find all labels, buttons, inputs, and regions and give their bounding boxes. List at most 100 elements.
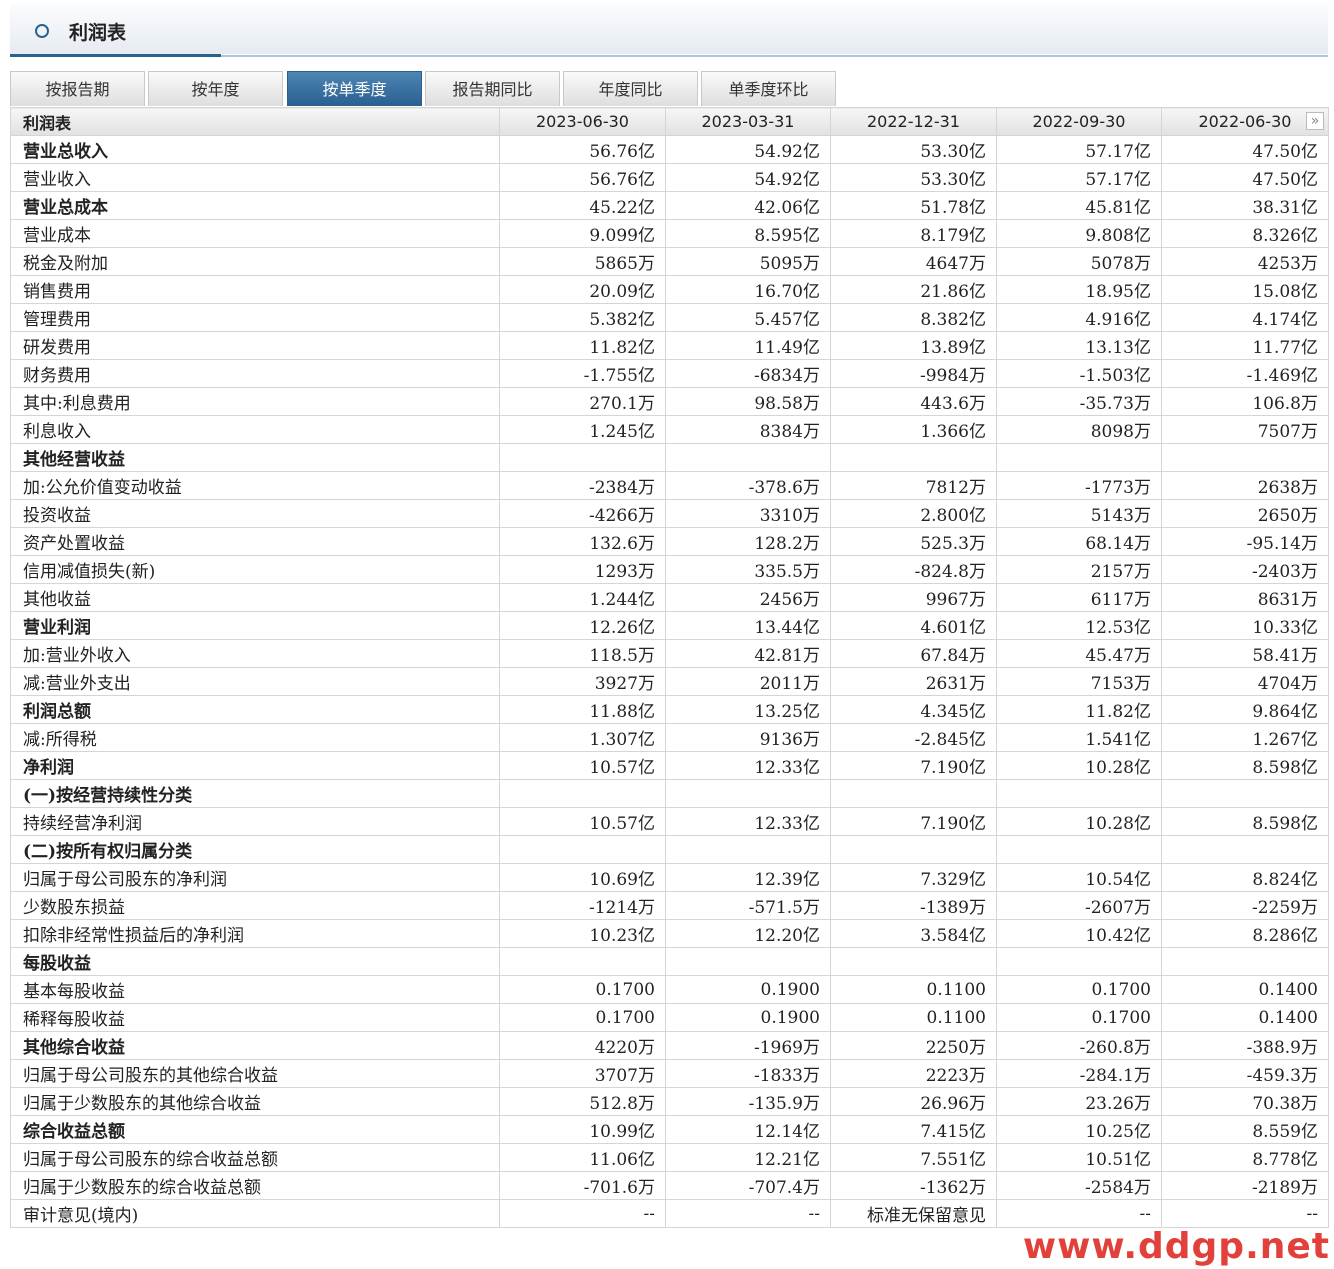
value-cell: 4253万 [1161,247,1329,276]
value-cell: 2456万 [665,583,831,612]
table-row: 营业收入 56.76亿 54.92亿 53.30亿 57.17亿 47.50亿 [10,163,1329,192]
value-cell: 2250万 [830,1031,997,1060]
value-cell [1161,835,1329,864]
watermark-text: www.ddgp.net [1022,1226,1330,1267]
value-cell: 53.30亿 [830,163,997,192]
value-cell: 12.39亿 [665,863,831,892]
value-cell [830,779,997,808]
value-cell: 12.33亿 [665,807,831,836]
value-cell [830,947,997,976]
row-label: 营业总收入 [10,135,500,164]
value-cell: 9967万 [830,583,997,612]
value-cell: 8.179亿 [830,219,997,248]
value-cell: 11.77亿 [1161,331,1329,360]
table-row: 其中:利息费用 270.1万 98.58万 443.6万 -35.73万 106.8万 [10,387,1329,416]
value-cell: 13.13亿 [996,331,1162,360]
row-label: 其他收益 [10,583,500,612]
value-cell: 8.598亿 [1161,807,1329,836]
value-cell: 51.78亿 [830,191,997,220]
value-cell: 8.778亿 [1161,1143,1329,1172]
row-label: 营业利润 [10,611,500,640]
row-label: 加:营业外收入 [10,639,500,668]
value-cell: 10.69亿 [499,863,666,892]
value-cell: 7.190亿 [830,807,997,836]
value-cell: -2259万 [1161,891,1329,920]
value-cell: 8.326亿 [1161,219,1329,248]
value-cell: 4.345亿 [830,695,997,724]
value-cell: 47.50亿 [1161,163,1329,192]
value-cell: -2607万 [996,891,1162,920]
value-cell: 2011万 [665,667,831,696]
table-row: 加:营业外收入 118.5万 42.81万 67.84万 45.47万 58.41万 [10,639,1329,668]
value-cell: 标准无保留意见 [830,1199,997,1228]
tab-4[interactable]: 年度同比 [563,71,698,106]
value-cell: 8.286亿 [1161,919,1329,948]
table-row: 加:公允价值变动收益 -2384万 -378.6万 7812万 -1773万 2638万 [10,471,1329,500]
value-cell: 1.267亿 [1161,723,1329,752]
tab-2[interactable]: 按单季度 [287,71,422,106]
table-row: 利息收入 1.245亿 8384万 1.366亿 8098万 7507万 [10,415,1329,444]
value-cell: 106.8万 [1161,387,1329,416]
value-cell: -459.3万 [1161,1059,1329,1088]
value-cell: 10.28亿 [996,751,1162,780]
tab-0[interactable]: 按报告期 [10,71,145,106]
value-cell: 12.26亿 [499,611,666,640]
value-cell: 9136万 [665,723,831,752]
value-cell: 11.88亿 [499,695,666,724]
header-divider [221,55,1328,57]
value-cell: 3.584亿 [830,919,997,948]
value-cell [996,779,1162,808]
row-label: 其他经营收益 [10,443,500,472]
table-row: 减:营业外支出 3927万 2011万 2631万 7153万 4704万 [10,667,1329,696]
table-corner-label: 利润表 [10,107,500,136]
value-cell: 0.1900 [665,975,831,1004]
table-row: 归属于少数股东的综合收益总额 -701.6万 -707.4万 -1362万 -2584万… [10,1171,1329,1200]
value-cell: 3927万 [499,667,666,696]
value-cell: 4.601亿 [830,611,997,640]
value-cell: 47.50亿 [1161,135,1329,164]
value-cell: 0.1100 [830,1003,997,1032]
value-cell: 13.89亿 [830,331,997,360]
tab-1[interactable]: 按年度 [148,71,283,106]
value-cell: 67.84万 [830,639,997,668]
table-row: 营业总成本 45.22亿 42.06亿 51.78亿 45.81亿 38.31亿 [10,191,1329,220]
value-cell: 8.598亿 [1161,751,1329,780]
value-cell [499,835,666,864]
value-cell: 6117万 [996,583,1162,612]
value-cell: 10.51亿 [996,1143,1162,1172]
period-header: 2023-03-31 [665,107,831,136]
value-cell: 0.1400 [1161,975,1329,1004]
row-label: 利息收入 [10,415,500,444]
value-cell: 10.99亿 [499,1115,666,1144]
value-cell: 54.92亿 [665,163,831,192]
value-cell: 26.96万 [830,1087,997,1116]
row-label: 营业总成本 [10,191,500,220]
value-cell: 8.382亿 [830,303,997,332]
value-cell [665,947,831,976]
next-periods-button[interactable]: » [1306,112,1324,130]
table-row: 投资收益 -4266万 3310万 2.800亿 5143万 2650万 [10,499,1329,528]
value-cell: -388.9万 [1161,1031,1329,1060]
value-cell [996,947,1162,976]
tab-5[interactable]: 单季度环比 [701,71,836,106]
period-header: 2022-12-31 [830,107,997,136]
table-row: 归属于少数股东的其他综合收益 512.8万 -135.9万 26.96万 23.26万 7… [10,1087,1329,1116]
tab-3[interactable]: 报告期同比 [425,71,560,106]
value-cell: 1.244亿 [499,583,666,612]
value-cell: -2.845亿 [830,723,997,752]
table-row: 扣除非经常性损益后的净利润 10.23亿 12.20亿 3.584亿 10.42亿 8.2… [10,919,1329,948]
value-cell: 57.17亿 [996,163,1162,192]
value-cell: 23.26万 [996,1087,1162,1116]
value-cell: 10.23亿 [499,919,666,948]
value-cell: 15.08亿 [1161,275,1329,304]
value-cell: 12.20亿 [665,919,831,948]
row-label: 管理费用 [10,303,500,332]
value-cell: 20.09亿 [499,275,666,304]
value-cell: 42.81万 [665,639,831,668]
value-cell: 128.2万 [665,527,831,556]
value-cell [830,443,997,472]
table-row: 研发费用 11.82亿 11.49亿 13.89亿 13.13亿 11.77亿 [10,331,1329,360]
value-cell: 10.57亿 [499,807,666,836]
value-cell: -6834万 [665,359,831,388]
row-label: 其他综合收益 [10,1031,500,1060]
